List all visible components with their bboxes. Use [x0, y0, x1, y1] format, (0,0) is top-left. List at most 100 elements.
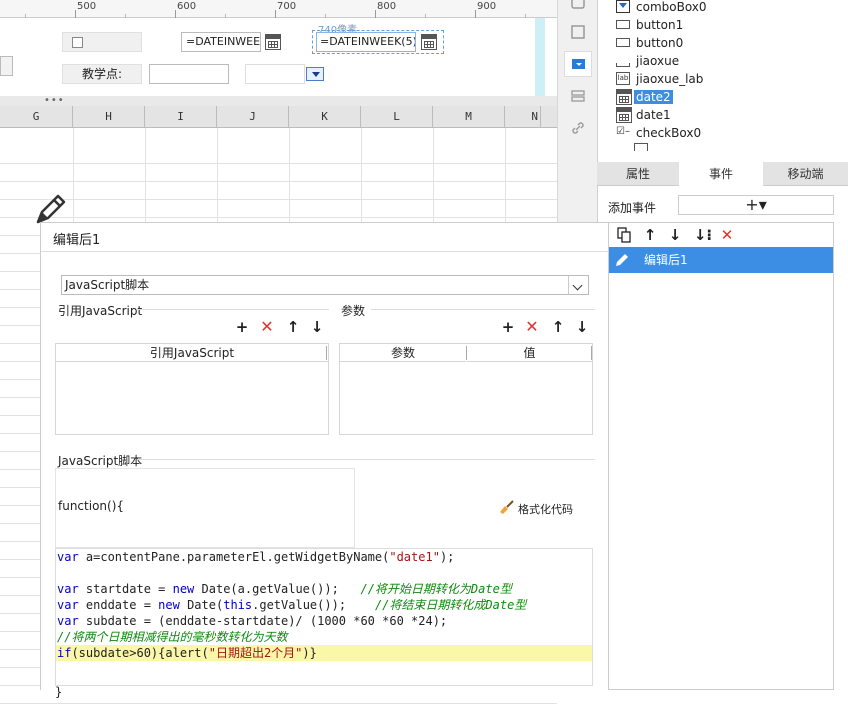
combobox-icon: [616, 0, 630, 13]
tree-item-button0[interactable]: button0: [616, 34, 685, 52]
ruler-tick: [275, 10, 276, 18]
dialog-title: 编辑后1: [53, 233, 101, 248]
calendar-icon: [616, 107, 632, 123]
checkbox-square[interactable]: [72, 37, 83, 48]
tab-events[interactable]: 事件: [679, 162, 763, 186]
ruler-tick: [175, 10, 176, 18]
tree-item-button1[interactable]: button1: [616, 16, 685, 34]
move-down-icon[interactable]: ↓: [667, 226, 683, 244]
code-editor[interactable]: var a=contentPane.parameterEl.getWidgetB…: [55, 548, 593, 686]
info-icon[interactable]: [570, 0, 586, 10]
format-code-button[interactable]: 格式化代码: [500, 500, 573, 517]
horizontal-ruler: 500 600 700 800 900: [0, 0, 557, 18]
pencil-icon: [616, 254, 628, 266]
label-icon: lab: [616, 72, 630, 85]
tab-mobile[interactable]: 移动端: [763, 162, 848, 186]
column-m[interactable]: M: [433, 106, 505, 128]
function-header-box: function(){: [55, 468, 355, 548]
calendar-icon[interactable]: [265, 34, 281, 50]
js-script-section-title: JavaScript脚本: [58, 454, 143, 468]
date-widget-1[interactable]: =DATEINWEE: [181, 32, 261, 52]
dropdown-icon[interactable]: [306, 67, 324, 81]
move-bottom-icon[interactable]: ↓⁝: [693, 226, 713, 244]
tree-item-combobox0[interactable]: comboBox0: [616, 0, 709, 16]
add-event-label: 添加事件: [608, 201, 657, 215]
add-event-button[interactable]: +▾: [678, 195, 834, 215]
code-line-4: var enddate = new Date(this.getValue());…: [57, 598, 527, 612]
add-ref-js-icon[interactable]: +: [234, 319, 250, 335]
ref-js-down-icon[interactable]: ↓: [309, 319, 325, 335]
frame-icon[interactable]: [570, 24, 586, 40]
resize-handle[interactable]: •••: [44, 95, 65, 106]
date-widget-2[interactable]: =DATEINWEEK(5): [316, 32, 416, 52]
param-down-icon[interactable]: ↓: [574, 319, 590, 335]
param-up-icon[interactable]: ↑: [550, 319, 566, 335]
broom-icon: [500, 500, 514, 514]
ref-js-table: 引用JavaScript: [55, 343, 329, 435]
delete-icon[interactable]: ✕: [719, 226, 735, 244]
tree-item-jiaoxue[interactable]: jiaoxue: [616, 52, 681, 70]
column-header: G H I J K L M N: [0, 106, 557, 128]
dialog-divider: [41, 251, 609, 252]
layout-icon[interactable]: [570, 88, 586, 104]
ref-js-up-icon[interactable]: ↑: [285, 319, 301, 335]
ruler-tick: [375, 10, 376, 18]
button-icon: [616, 38, 630, 47]
grid-row: [0, 182, 557, 200]
button-icon: [616, 20, 630, 29]
teaching-label: 教学点:: [62, 64, 142, 84]
grid-row: [0, 200, 557, 218]
column-k[interactable]: K: [289, 106, 361, 128]
teaching-input[interactable]: [149, 64, 229, 84]
textbox-icon: [616, 63, 630, 67]
canvas-divider[interactable]: [0, 96, 557, 106]
column-l[interactable]: L: [361, 106, 433, 128]
function-header: function(){: [58, 499, 125, 513]
tree-item-checkbox0[interactable]: ☑– checkBox0: [616, 124, 703, 142]
chevron-down-icon[interactable]: [568, 276, 588, 294]
ruler-tick: [75, 10, 76, 18]
tree-item-date2[interactable]: date2: [616, 88, 673, 106]
code-line-1: var a=contentPane.parameterEl.getWidgetB…: [57, 550, 455, 564]
grid-row: [0, 164, 557, 182]
ref-js-section-title: 引用JavaScript: [58, 304, 143, 318]
ruler-label: 600: [177, 1, 197, 12]
add-event-row: 添加事件 +▾: [597, 192, 848, 222]
ruler-label: 900: [477, 1, 497, 12]
column-g[interactable]: G: [0, 106, 73, 128]
add-param-icon[interactable]: +: [500, 319, 516, 335]
params-section-title: 参数: [341, 304, 366, 318]
canvas-boundary-strip: [535, 18, 545, 96]
code-line-6: //将两个日期相减得出的毫秒数转化为天数: [57, 630, 288, 644]
ruler-label: 500: [77, 1, 97, 12]
value-column-header: 值: [467, 344, 592, 362]
form-design-area: =DATEINWEE 740像素 =DATEINWEEK(5) 教学点:: [0, 18, 557, 96]
column-h[interactable]: H: [73, 106, 145, 128]
params-table: 参数 值: [339, 343, 593, 435]
code-line-7: if(subdate>60){alert("日期超出2个月")}: [56, 645, 592, 661]
column-n[interactable]: N: [505, 106, 541, 128]
checkbox-widget[interactable]: [62, 32, 142, 52]
combobox-widget[interactable]: [245, 64, 305, 84]
button-widget[interactable]: [0, 56, 13, 76]
link-icon[interactable]: [570, 120, 586, 136]
combobox-tool[interactable]: [564, 51, 592, 77]
checkbox-icon: ☑–: [616, 126, 630, 139]
tab-attributes[interactable]: 属性: [597, 162, 679, 186]
property-tabs: 属性 事件 移动端: [597, 162, 848, 186]
tree-item-partial: [634, 143, 684, 151]
grid-row: [0, 146, 557, 164]
calendar-icon[interactable]: [421, 34, 437, 50]
move-up-icon[interactable]: ↑: [642, 226, 658, 244]
tree-item-date1[interactable]: date1: [616, 106, 673, 124]
event-item-after-edit[interactable]: 编辑后1: [609, 247, 833, 273]
delete-param-icon[interactable]: ✕: [524, 319, 540, 335]
ref-js-column-header: 引用JavaScript: [56, 344, 328, 362]
script-type-select[interactable]: JavaScript脚本: [61, 275, 589, 295]
tree-item-jiaoxue-lab[interactable]: lab jiaoxue_lab: [616, 70, 705, 88]
column-i[interactable]: I: [145, 106, 217, 128]
ruler-tick: [475, 10, 476, 18]
delete-ref-js-icon[interactable]: ✕: [259, 319, 275, 335]
column-j[interactable]: J: [217, 106, 289, 128]
copy-icon[interactable]: [616, 226, 632, 244]
